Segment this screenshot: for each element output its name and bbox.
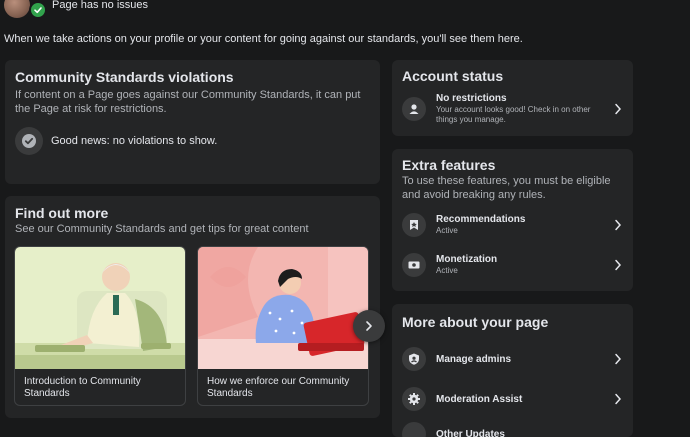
monetization-status: Active (436, 266, 458, 275)
recommendations-row[interactable]: Recommendations Active (402, 213, 624, 237)
page-status-text: Page has no issues (52, 0, 149, 11)
extra-features-description: To use these features, you must be eligi… (402, 175, 611, 201)
account-status-card: Account status No restrictions Your acco… (392, 60, 633, 136)
other-updates-label: Other Updates (436, 428, 505, 437)
more-about-page-card: More about your page Manage admins Moder… (392, 304, 633, 437)
gear-icon (402, 387, 426, 411)
carousel-next-button[interactable] (353, 310, 385, 342)
chevron-right-icon (612, 393, 624, 405)
account-status-title: Account status (402, 68, 504, 84)
monetization-icon (402, 253, 426, 277)
violations-description: If content on a Page goes against our Co… (15, 89, 361, 115)
no-restrictions-detail: Your account looks good! Check in on oth… (436, 105, 591, 124)
updates-icon (402, 422, 426, 437)
no-restrictions-label: No restrictions (436, 93, 507, 104)
moderation-assist-label: Moderation Assist (436, 393, 523, 405)
check-icon (29, 1, 47, 19)
find-out-more-subtitle: See our Community Standards and get tips… (15, 223, 309, 235)
more-about-title: More about your page (402, 314, 549, 330)
recommendations-label: Recommendations (436, 214, 526, 225)
chevron-right-icon (612, 103, 624, 115)
violations-title: Community Standards violations (15, 69, 234, 85)
no-restrictions-row[interactable]: No restrictions Your account looks good!… (402, 93, 624, 125)
moderation-assist-row[interactable]: Moderation Assist (402, 387, 624, 411)
shield-icon (402, 347, 426, 371)
chevron-right-icon (366, 321, 372, 331)
chevron-right-icon (612, 353, 624, 365)
tile-caption: Introduction to Community Standards (24, 376, 141, 399)
tile-caption: How we enforce our Community Standards (207, 376, 350, 399)
chevron-right-icon (612, 219, 624, 231)
recommendation-icon (402, 213, 426, 237)
monetization-row[interactable]: Monetization Active (402, 253, 624, 277)
no-violations-row: Good news: no violations to show. (15, 127, 217, 155)
manage-admins-row[interactable]: Manage admins (402, 347, 624, 371)
manage-admins-label: Manage admins (436, 353, 512, 365)
other-updates-row[interactable]: Other Updates (402, 422, 624, 437)
find-out-more-card: Find out more See our Community Standard… (5, 196, 380, 418)
checkmark-circle-icon (15, 127, 43, 155)
monetization-label: Monetization (436, 254, 498, 265)
extra-features-card: Extra features To use these features, yo… (392, 149, 633, 291)
intro-community-standards-tile[interactable]: Introduction to Community Standards (14, 246, 186, 406)
find-out-more-title: Find out more (15, 205, 109, 221)
how-we-enforce-tile[interactable]: How we enforce our Community Standards (197, 246, 369, 406)
person-icon (402, 97, 426, 121)
elderly-man-illustration (15, 247, 185, 369)
person-laptop-illustration (198, 247, 368, 369)
page-avatar[interactable] (4, 0, 30, 18)
chevron-right-icon (612, 259, 624, 271)
intro-text: When we take actions on your profile or … (4, 33, 523, 45)
extra-features-title: Extra features (402, 157, 496, 173)
no-violations-text: Good news: no violations to show. (51, 135, 218, 147)
violations-card: Community Standards violations If conten… (5, 60, 380, 184)
recommendations-status: Active (436, 226, 458, 235)
